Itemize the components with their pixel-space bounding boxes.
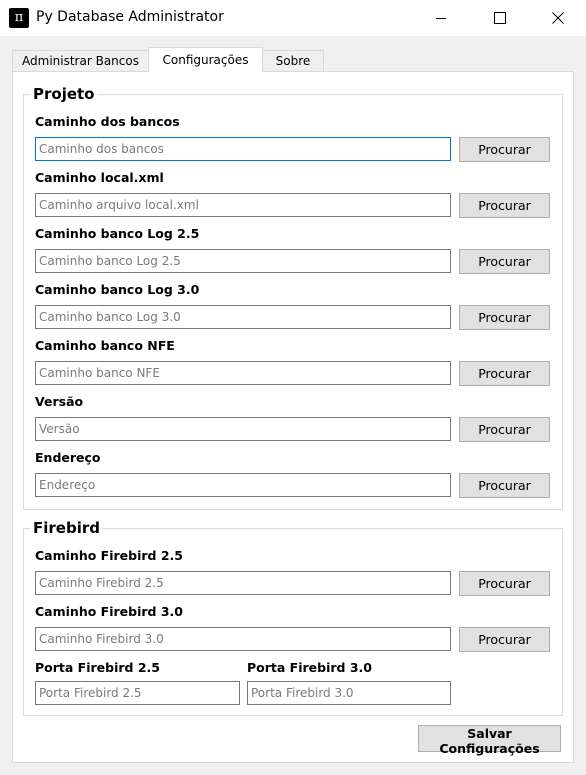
caminho-firebird-30-input[interactable] <box>35 627 451 651</box>
minimize-icon <box>436 18 446 19</box>
maximize-button[interactable] <box>477 0 523 36</box>
caminho-bancos-input[interactable] <box>35 137 451 161</box>
endereco-input[interactable] <box>35 473 451 497</box>
porta-firebird-30-input[interactable] <box>247 681 451 705</box>
caminho-nfe-label: Caminho banco NFE <box>35 338 175 353</box>
procurar-endereco-button[interactable]: Procurar <box>459 473 550 498</box>
caminho-log-25-input[interactable] <box>35 249 451 273</box>
tab-configuracoes[interactable]: Configurações <box>148 47 263 72</box>
title-bar: π Py Database Administrator <box>0 0 586 36</box>
window-title: Py Database Administrator <box>36 9 224 25</box>
tab-sobre[interactable]: Sobre <box>262 50 324 71</box>
projeto-group-title: Projeto <box>31 85 97 103</box>
maximize-icon <box>494 12 506 24</box>
caminho-nfe-input[interactable] <box>35 361 451 385</box>
procurar-firebird-25-button[interactable]: Procurar <box>459 571 550 596</box>
caminho-firebird-25-label: Caminho Firebird 2.5 <box>35 548 183 563</box>
close-button[interactable] <box>535 0 581 36</box>
firebird-group-title: Firebird <box>31 519 102 537</box>
procurar-log-25-button[interactable]: Procurar <box>459 249 550 274</box>
procurar-firebird-30-button[interactable]: Procurar <box>459 627 550 652</box>
porta-firebird-25-input[interactable] <box>35 681 240 705</box>
procurar-nfe-button[interactable]: Procurar <box>459 361 550 386</box>
caminho-firebird-30-label: Caminho Firebird 3.0 <box>35 604 183 619</box>
caminho-log-30-label: Caminho banco Log 3.0 <box>35 282 200 297</box>
caminho-log-25-label: Caminho banco Log 2.5 <box>35 226 200 241</box>
caminho-bancos-label: Caminho dos bancos <box>35 114 180 129</box>
porta-firebird-30-label: Porta Firebird 3.0 <box>247 660 372 675</box>
app-pi-icon: π <box>9 8 29 28</box>
close-icon <box>552 12 564 24</box>
tab-administrar-bancos[interactable]: Administrar Bancos <box>12 50 149 71</box>
porta-firebird-25-label: Porta Firebird 2.5 <box>35 660 160 675</box>
procurar-log-30-button[interactable]: Procurar <box>459 305 550 330</box>
caminho-local-xml-input[interactable] <box>35 193 451 217</box>
procurar-local-xml-button[interactable]: Procurar <box>459 193 550 218</box>
endereco-label: Endereço <box>35 450 101 465</box>
procurar-bancos-button[interactable]: Procurar <box>459 137 550 162</box>
minimize-button[interactable] <box>418 0 464 36</box>
procurar-versao-button[interactable]: Procurar <box>459 417 550 442</box>
versao-input[interactable] <box>35 417 451 441</box>
caminho-local-xml-label: Caminho local.xml <box>35 170 164 185</box>
versao-label: Versão <box>35 394 84 409</box>
caminho-firebird-25-input[interactable] <box>35 571 451 595</box>
caminho-log-30-input[interactable] <box>35 305 451 329</box>
salvar-configuracoes-button[interactable]: Salvar Configurações <box>418 725 561 756</box>
